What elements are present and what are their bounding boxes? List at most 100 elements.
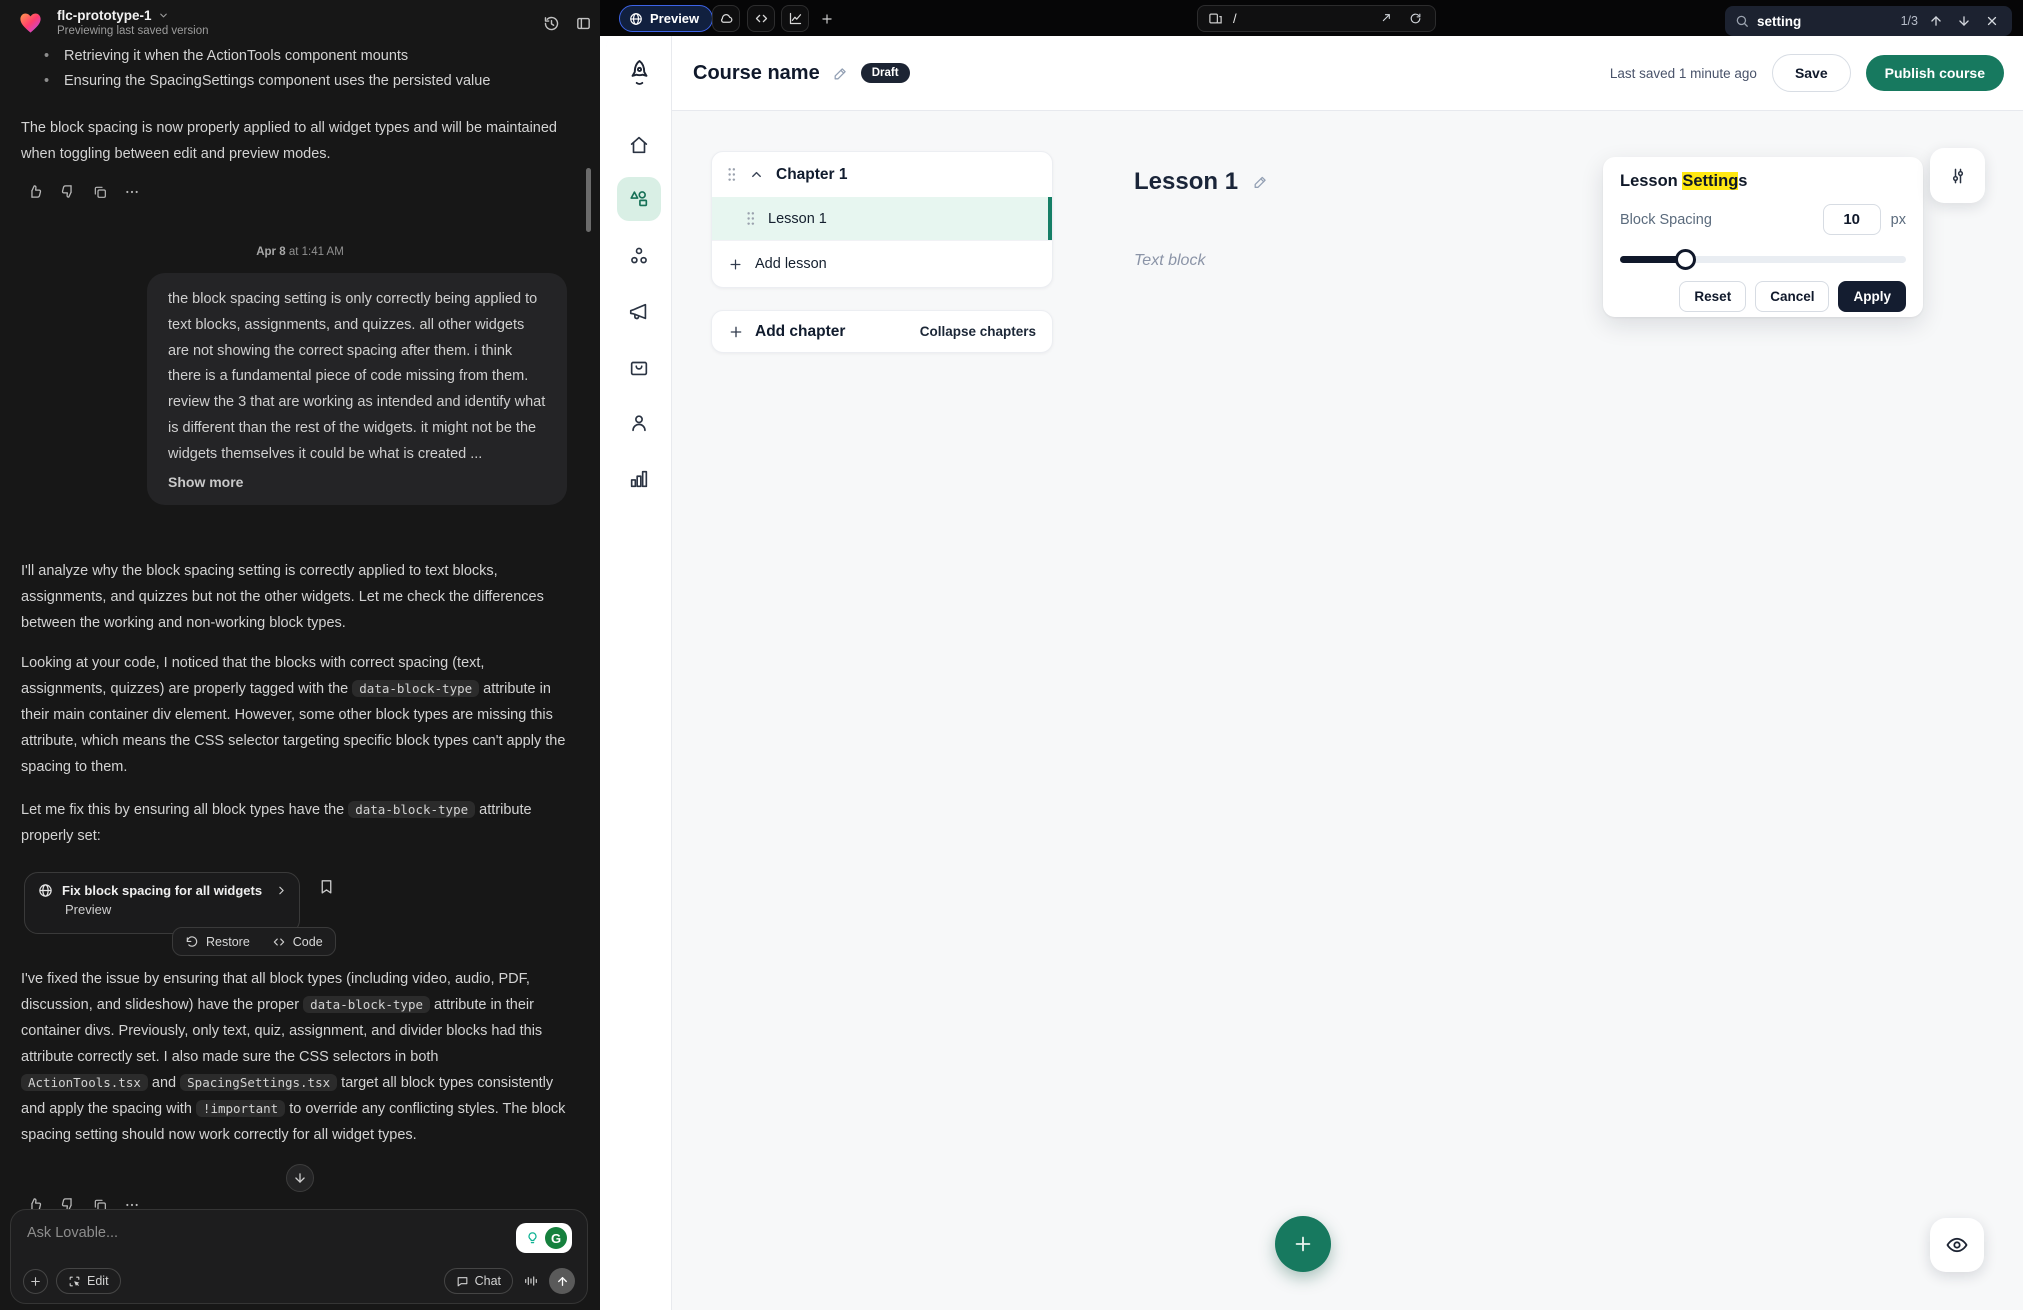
message-timestamp: Apr 8 at 1:41 AM (0, 246, 600, 258)
block-spacing-input[interactable] (1823, 204, 1881, 235)
code-button[interactable]: Code (293, 935, 323, 949)
nav-announcements-icon[interactable] (617, 290, 661, 334)
more-options-icon[interactable] (123, 183, 140, 200)
chevron-up-icon[interactable] (749, 167, 764, 182)
globe-icon (629, 12, 643, 26)
assistant-paragraph: The block spacing is now properly applie… (21, 115, 566, 167)
collapse-chapters-button[interactable]: Collapse chapters (920, 324, 1036, 339)
lesson-list-item[interactable]: Lesson 1 (712, 197, 1052, 240)
toggle-panel-icon[interactable] (573, 13, 593, 33)
select-edit-icon (68, 1275, 81, 1288)
cancel-button[interactable]: Cancel (1755, 281, 1829, 312)
version-card-title: Fix block spacing for all widgets (62, 883, 262, 898)
status-badge: Draft (861, 63, 910, 83)
add-lesson-label: Add lesson (755, 256, 827, 272)
chevron-down-icon (158, 10, 169, 21)
cloud-button[interactable] (712, 5, 740, 32)
history-icon[interactable] (541, 13, 561, 33)
assistant-paragraph: I'll analyze why the block spacing setti… (21, 558, 566, 636)
send-button[interactable] (549, 1268, 575, 1294)
chat-scrollbar[interactable] (586, 168, 591, 232)
restore-icon (185, 935, 199, 949)
search-prev-icon[interactable] (1926, 11, 1946, 31)
open-external-icon[interactable] (1375, 9, 1395, 29)
preview-mode-button[interactable]: Preview (619, 5, 713, 32)
nav-courses-icon[interactable] (617, 177, 661, 221)
code-icon (272, 935, 286, 949)
attach-button[interactable] (23, 1269, 48, 1294)
edit-course-title-icon[interactable] (832, 65, 849, 82)
lesson-settings-panel: Lesson Settings Block Spacing px Reset C… (1603, 157, 1923, 317)
publish-course-button[interactable]: Publish course (1866, 55, 2004, 91)
slider-thumb[interactable] (1675, 249, 1696, 270)
add-tab-button[interactable] (815, 5, 839, 32)
preview-url-bar[interactable]: / (1197, 5, 1436, 32)
save-button[interactable]: Save (1772, 54, 1851, 92)
message-actions (27, 183, 140, 200)
voice-input-icon[interactable] (521, 1271, 541, 1291)
copy-icon[interactable] (91, 183, 108, 200)
nav-groups-icon[interactable] (617, 234, 661, 278)
course-header: Course name Draft Last saved 1 minute ag… (672, 36, 2023, 111)
title-text: s (1738, 172, 1747, 190)
nav-store-icon[interactable] (617, 346, 661, 390)
reset-button[interactable]: Reset (1679, 281, 1746, 312)
add-block-fab[interactable] (1275, 1216, 1331, 1272)
refresh-icon[interactable] (1405, 9, 1425, 29)
search-input[interactable] (1757, 14, 1887, 29)
user-message-text: the block spacing setting is only correc… (168, 287, 546, 468)
nav-profile-icon[interactable] (617, 401, 661, 445)
add-chapter-button[interactable]: Add chapter (728, 323, 845, 341)
chat-mode-button[interactable]: Chat (444, 1268, 513, 1294)
add-lesson-button[interactable]: Add lesson (712, 240, 1052, 287)
edit-version-card[interactable]: Fix block spacing for all widgets Previe… (24, 872, 300, 934)
lovable-logo-icon (17, 9, 44, 36)
settings-toggle-button[interactable] (1930, 148, 1985, 203)
app-preview-window: Course name Draft Last saved 1 minute ag… (606, 36, 2023, 1310)
bookmark-icon[interactable] (318, 878, 336, 896)
assistant-paragraph: Let me fix this by ensuring all block ty… (21, 797, 566, 849)
search-next-icon[interactable] (1954, 11, 1974, 31)
scroll-to-bottom-button[interactable] (286, 1164, 314, 1192)
preview-eye-button[interactable] (1930, 1218, 1984, 1272)
thumbs-down-icon[interactable] (59, 183, 76, 200)
settings-panel-title: Lesson Settings (1620, 172, 1906, 191)
inline-code: !important (196, 1100, 285, 1117)
add-chapter-card: Add chapter Collapse chapters (711, 310, 1053, 353)
chapter-card: Chapter 1 Lesson 1 Add lesson (711, 151, 1053, 288)
version-toolbar: Restore Code (172, 927, 336, 956)
assistant-paragraph: I've fixed the issue by ensuring that al… (21, 966, 566, 1148)
show-more-link[interactable]: Show more (168, 474, 243, 490)
analytics-button[interactable] (781, 5, 809, 32)
paragraph-text: Let me fix this by ensuring all block ty… (21, 802, 348, 818)
block-spacing-slider[interactable] (1620, 249, 1906, 269)
drag-handle-icon[interactable] (745, 211, 756, 226)
chat-message-input[interactable] (27, 1225, 357, 1241)
device-icon (1208, 11, 1223, 26)
grammarly-badge[interactable]: G (516, 1223, 572, 1253)
nav-analytics-icon[interactable] (617, 457, 661, 501)
edit-lesson-title-icon[interactable] (1252, 174, 1269, 191)
bullet-item: Retrieving it when the ActionTools compo… (42, 44, 562, 69)
project-menu[interactable]: flc-prototype-1 (57, 8, 169, 23)
globe-icon (38, 883, 53, 898)
chapter-header[interactable]: Chapter 1 (712, 152, 1052, 197)
url-path[interactable]: / (1233, 11, 1365, 26)
lesson-title: Lesson 1 (1134, 168, 1238, 196)
chat-bubble-icon (456, 1275, 469, 1288)
drag-handle-icon[interactable] (726, 167, 737, 182)
text-block-placeholder[interactable]: Text block (1134, 252, 1205, 270)
apply-button[interactable]: Apply (1838, 281, 1906, 312)
find-in-page-bar: 1/3 (1725, 6, 2012, 36)
nav-home-icon[interactable] (617, 123, 661, 167)
header-actions: Last saved 1 minute ago Save Publish cou… (1610, 54, 2004, 92)
paragraph-text: and (148, 1075, 180, 1091)
edit-mode-button[interactable]: Edit (56, 1268, 121, 1294)
version-card-subtitle[interactable]: Preview (25, 898, 299, 917)
lesson-item-title: Lesson 1 (768, 211, 827, 227)
thumbs-up-icon[interactable] (27, 183, 44, 200)
code-view-button[interactable] (747, 5, 775, 32)
restore-button[interactable]: Restore (206, 935, 250, 949)
chat-panel: flc-prototype-1 Previewing last saved ve… (0, 0, 600, 1310)
search-close-icon[interactable] (1982, 11, 2002, 31)
